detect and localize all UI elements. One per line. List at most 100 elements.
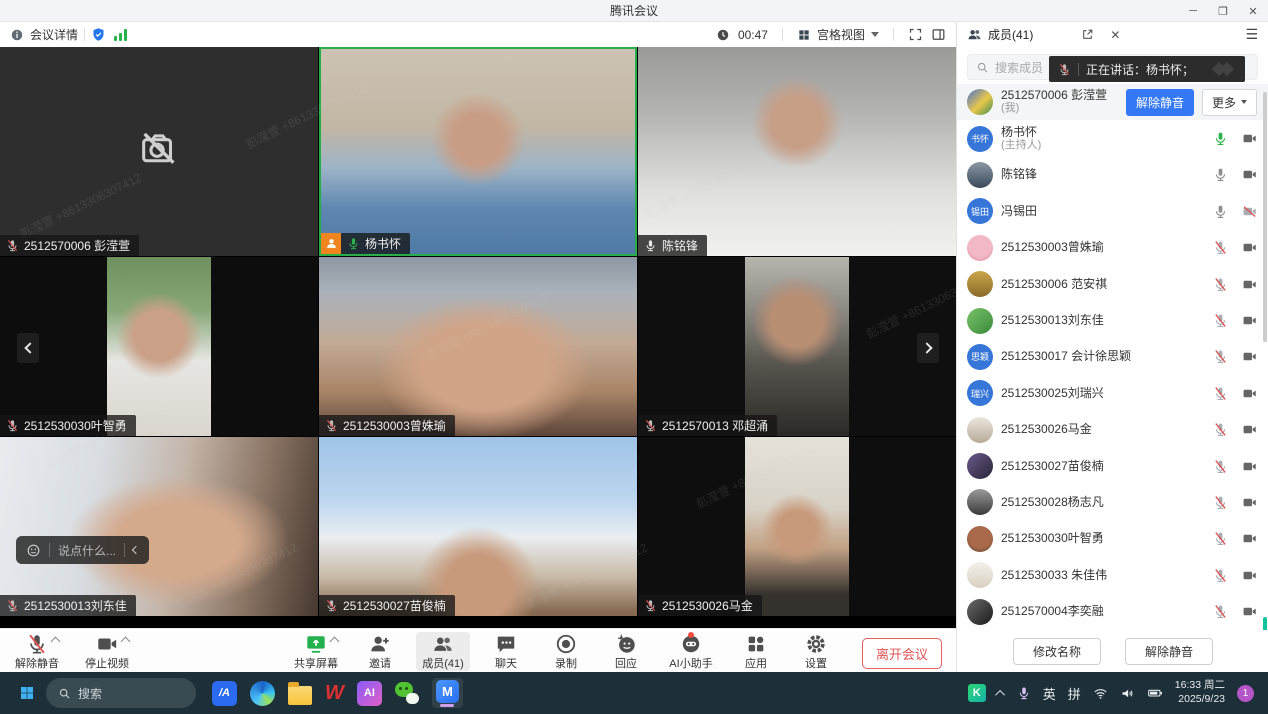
member-row[interactable]: 2512570004李奕融 <box>957 593 1268 629</box>
scrollbar[interactable] <box>1263 92 1267 342</box>
member-row[interactable]: 思颖 2512530017 会计徐思颖 <box>957 339 1268 375</box>
member-row[interactable]: 锡田 冯锡田 <box>957 193 1268 229</box>
meeting-details-button[interactable]: 会议详情 <box>10 26 78 43</box>
video-tile-pengyingxuan[interactable]: 2512570006 彭滢萱 <box>0 47 318 256</box>
apps-button[interactable]: 应用 <box>732 632 780 671</box>
speaker-icon[interactable] <box>1120 686 1135 701</box>
battery-icon[interactable] <box>1147 685 1163 701</box>
portrait-video <box>745 437 849 616</box>
video-tile-zengshuyu[interactable]: 2512530003曾姝瑜 <box>319 257 637 436</box>
member-row[interactable]: 2512530013刘东佳 <box>957 302 1268 338</box>
emoji-icon[interactable] <box>26 543 41 558</box>
tray-mic-icon[interactable] <box>1017 686 1031 700</box>
unmute-all-button[interactable]: 解除静音 <box>1125 638 1213 665</box>
hidden-icons-chevron[interactable] <box>995 689 1005 699</box>
mic-active-icon <box>1213 131 1228 146</box>
member-row[interactable]: 2512530027苗俊楠 <box>957 448 1268 484</box>
chat-input-placeholder[interactable]: 说点什么... <box>58 542 116 559</box>
speaking-now-text: 正在讲话：杨书怀； <box>1086 61 1194 78</box>
taskbar-app-ai-icon[interactable]: AI <box>357 681 382 706</box>
member-row-me[interactable]: 2512570006 彭滢萱(我) 解除静音 更多 <box>957 84 1268 120</box>
share-screen-button[interactable]: 共享屏幕 <box>288 632 344 671</box>
taskbar-app-tencent-meeting-icon[interactable]: M <box>432 678 463 708</box>
reactions-button[interactable]: 回应 <box>602 632 650 671</box>
video-tile-chenmingfeng[interactable]: 陈铭锋 <box>638 47 956 256</box>
ime-language-indicator[interactable]: 英 <box>1043 684 1056 703</box>
rename-button[interactable]: 修改名称 <box>1013 638 1101 665</box>
chat-button[interactable]: 聊天 <box>482 632 530 671</box>
more-button[interactable]: 更多 <box>1202 89 1257 116</box>
tray-kdocs-icon[interactable]: K <box>968 684 986 702</box>
members-panel-header: 成员(41) ✕ ☰ <box>957 22 1268 47</box>
video-tile-yezhiyong[interactable]: 2512530030叶智勇 <box>0 257 318 436</box>
record-button[interactable]: 录制 <box>542 632 590 671</box>
member-row[interactable]: 2512530006 范安祺 <box>957 266 1268 302</box>
mic-muted-icon <box>1058 63 1071 76</box>
camera-on-icon <box>1242 386 1257 401</box>
mic-muted-icon <box>1213 531 1228 546</box>
member-row[interactable]: 2512530028杨志凡 <box>957 484 1268 520</box>
menu-icon[interactable]: ☰ <box>1245 26 1258 43</box>
chevron-up-icon[interactable] <box>51 637 61 647</box>
taskbar-app-wechat-icon[interactable] <box>395 682 419 704</box>
member-row[interactable]: 2512530030叶智勇 <box>957 521 1268 557</box>
video-tile-majin[interactable]: 2512530026马金 <box>638 437 956 616</box>
search-icon <box>976 61 989 74</box>
avatar: 瑞兴 <box>967 380 993 406</box>
prev-page-arrow[interactable] <box>17 333 39 363</box>
view-mode-dropdown[interactable]: 宫格视图 <box>797 26 879 43</box>
camera-on-icon <box>1242 604 1257 619</box>
member-row[interactable]: 2512530003曾姝瑜 <box>957 230 1268 266</box>
video-tile-miaojunnan[interactable]: 2512530027苗俊楠 <box>319 437 637 616</box>
settings-button[interactable]: 设置 <box>792 632 840 671</box>
layout-panel-icon[interactable] <box>931 27 946 42</box>
video-tile-yangshuhuai-speaking[interactable]: 杨书怀 <box>319 47 637 256</box>
security-shield-icon[interactable] <box>91 27 106 42</box>
taskbar-app-file-explorer-icon[interactable] <box>288 686 312 705</box>
invite-icon <box>369 633 391 655</box>
ime-mode-indicator[interactable]: 拼 <box>1068 684 1081 703</box>
member-row[interactable]: 陈铭锋 <box>957 157 1268 193</box>
notification-badge[interactable]: 1 <box>1237 685 1254 702</box>
members-panel-title: 成员(41) <box>988 26 1033 43</box>
close-button[interactable]: ✕ <box>1238 0 1268 22</box>
members-button[interactable]: 成员(41) <box>416 632 470 671</box>
collapse-chevron-icon[interactable] <box>132 546 140 554</box>
minimize-button[interactable]: ─ <box>1178 0 1208 22</box>
invite-button[interactable]: 邀请 <box>356 632 404 671</box>
wifi-icon[interactable] <box>1093 686 1108 701</box>
mic-muted-icon <box>325 599 338 612</box>
clock-date[interactable]: 16:33 周二 2025/9/23 <box>1175 679 1225 706</box>
next-page-arrow[interactable] <box>917 333 939 363</box>
chevron-up-icon[interactable] <box>330 637 340 647</box>
close-panel-icon[interactable]: ✕ <box>1110 28 1120 42</box>
camera-on-icon <box>1242 131 1257 146</box>
taskbar-app-wps-icon[interactable]: W <box>325 682 344 705</box>
start-button[interactable] <box>10 676 44 710</box>
camera-off-icon <box>136 125 182 171</box>
video-tile-dengchaoyong[interactable]: 2512570013 邓超涌 <box>638 257 956 436</box>
member-row[interactable]: 2512530026马金 <box>957 412 1268 448</box>
grid-view-icon <box>797 28 811 42</box>
unmute-button[interactable]: 解除静音 <box>10 632 64 671</box>
maximize-button[interactable]: ❐ <box>1208 0 1238 22</box>
chevron-up-icon[interactable] <box>121 637 131 647</box>
taskbar-app-edge-icon[interactable] <box>250 681 275 706</box>
network-signal-icon[interactable] <box>114 29 127 41</box>
leave-meeting-button[interactable]: 离开会议 <box>862 638 942 669</box>
ai-assistant-button[interactable]: AI小助手 <box>662 632 720 671</box>
quick-chat-bubble[interactable]: 说点什么... <box>16 536 149 564</box>
taskbar-search-input[interactable]: 搜索 <box>46 678 196 708</box>
member-row-host[interactable]: 书怀 杨书怀(主持人) <box>957 120 1268 156</box>
member-row[interactable]: 瑞兴 2512530025刘瑞兴 <box>957 375 1268 411</box>
fullscreen-icon[interactable] <box>908 27 923 42</box>
mic-on-icon <box>1213 204 1228 219</box>
window-title: 腾讯会议 <box>610 2 658 19</box>
stop-video-button[interactable]: 停止视频 <box>80 632 134 671</box>
taskbar-app-jianying-icon[interactable]: /A <box>212 681 237 706</box>
video-tile-liudongjia[interactable]: 2512530013刘东佳 <box>0 437 318 616</box>
unmute-member-button[interactable]: 解除静音 <box>1126 89 1194 116</box>
member-row[interactable]: 2512530033 朱佳伟 <box>957 557 1268 593</box>
popout-icon[interactable] <box>1081 28 1094 41</box>
meeting-logo-watermark <box>1214 62 1236 76</box>
